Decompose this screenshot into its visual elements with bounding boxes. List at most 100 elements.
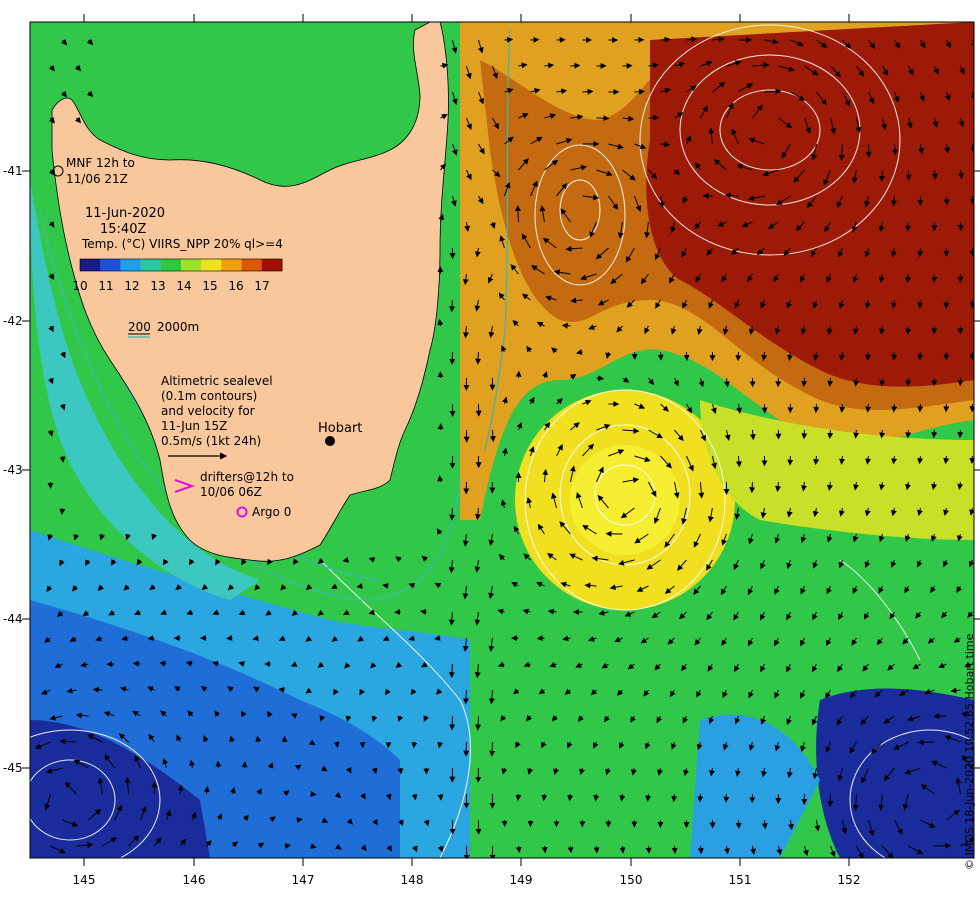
- colorbar-segment: [140, 259, 162, 271]
- lon-tick-label: 146: [183, 873, 206, 887]
- velocity-arrow: [515, 793, 522, 801]
- colorbar-segment: [181, 259, 202, 271]
- velocity-arrow: [475, 351, 482, 365]
- velocity-arrow: [147, 635, 155, 642]
- velocity-arrow: [657, 351, 664, 361]
- velocity-arrow: [541, 845, 548, 854]
- velocity-arrow: [567, 845, 574, 854]
- cold-eddy-se: [816, 688, 974, 858]
- lat-tick-label: -44: [3, 612, 23, 626]
- velocity-arrow: [59, 507, 66, 515]
- velocity-arrow: [917, 403, 924, 413]
- product-label: Temp. (°C) VIIRS_NPP 20% ql>=4: [81, 237, 283, 251]
- colorbar-tick-label: 11: [98, 279, 113, 293]
- velocity-arrow: [504, 36, 514, 43]
- contour-label-2000: 2000m: [157, 320, 199, 334]
- colorbar-tick-label: 13: [150, 279, 165, 293]
- velocity-arrow: [226, 635, 233, 642]
- drifters-line2: 10/06 06Z: [200, 485, 262, 499]
- lat-tick-label: -43: [3, 463, 23, 477]
- sealevel-line4: 11-Jun 15Z: [161, 419, 227, 433]
- lon-tick-label: 150: [620, 873, 643, 887]
- lat-tick-label: -45: [3, 761, 23, 775]
- velocity-arrow: [905, 377, 912, 387]
- velocity-arrow: [310, 791, 317, 798]
- velocity-arrow: [561, 322, 571, 329]
- lat-tick-label: -41: [3, 164, 23, 178]
- sealevel-line2: (0.1m contours): [161, 389, 257, 403]
- lon-tick-label: 147: [292, 873, 315, 887]
- colorbar-tick-label: 16: [228, 279, 243, 293]
- mnf-label: MNF 12h to: [66, 156, 135, 170]
- drifters-line1: drifters@12h to: [200, 470, 294, 484]
- lon-tick-label: 145: [73, 873, 96, 887]
- hobart-marker: [325, 436, 335, 446]
- colorbar-segment: [221, 259, 243, 271]
- colorbar-segment: [241, 259, 263, 271]
- velocity-arrow: [787, 455, 794, 466]
- lat-tick-label: -42: [3, 314, 23, 328]
- velocity-arrow: [917, 739, 935, 746]
- velocity-arrow: [59, 738, 77, 745]
- argo-label: Argo 0: [252, 505, 291, 519]
- velocity-arrow: [284, 842, 292, 849]
- velocity-arrow: [931, 429, 938, 439]
- velocity-arrow: [969, 455, 974, 464]
- velocity-arrow: [957, 429, 964, 439]
- lon-tick-label: 148: [401, 873, 424, 887]
- velocity-arrow: [697, 793, 704, 803]
- colorbar-tick-label: 10: [72, 279, 87, 293]
- velocity-arrow: [596, 375, 605, 382]
- colorbar-tick-label: 14: [176, 279, 191, 293]
- velocity-arrow: [645, 845, 652, 854]
- colorbar-segment: [100, 259, 121, 271]
- colorbar-tick-label: 17: [254, 279, 269, 293]
- velocity-arrow: [634, 88, 646, 95]
- sealevel-line5: 0.5m/s (1kt 24h): [161, 434, 261, 448]
- sealevel-line1: Altimetric sealevel: [161, 374, 273, 388]
- colorbar-segment: [120, 259, 142, 271]
- velocity-arrow: [420, 608, 427, 615]
- mnf-label-2: 11/06 21Z: [66, 172, 128, 186]
- lon-tick-label: 152: [838, 873, 861, 887]
- contour-label-200: 200: [128, 320, 151, 334]
- velocity-arrow: [917, 351, 924, 361]
- sealevel-line3: and velocity for: [161, 404, 255, 418]
- date-label: 11-Jun-2020: [85, 206, 165, 221]
- velocity-arrow: [570, 62, 581, 69]
- velocity-arrow: [934, 842, 952, 849]
- velocity-arrow: [648, 114, 660, 121]
- velocity-arrow: [943, 195, 950, 206]
- city-label-hobart: Hobart: [318, 421, 362, 436]
- credit-text: © IMOS 18-Jun-2020 10:52:35 Hobart time: [963, 633, 976, 870]
- velocity-arrow: [397, 767, 404, 775]
- velocity-arrow: [749, 481, 756, 494]
- velocity-arrow: [449, 507, 456, 521]
- colorbar-segment: [80, 259, 101, 271]
- velocity-arrow: [917, 247, 924, 258]
- colorbar-segment: [261, 259, 283, 271]
- velocity-arrow: [177, 784, 184, 795]
- warm-eddy-core: [570, 445, 680, 555]
- colorbar-tick-label: 15: [202, 279, 217, 293]
- velocity-arrow: [536, 635, 545, 642]
- velocity-arrow: [660, 36, 671, 43]
- velocity-arrow: [437, 793, 444, 801]
- velocity-arrow: [671, 845, 678, 854]
- lon-tick-label: 151: [729, 873, 752, 887]
- velocity-arrow: [92, 686, 103, 693]
- temperature-colorbar: [79, 258, 283, 272]
- time-label: 15:40Z: [100, 222, 146, 237]
- velocity-arrow: [582, 88, 594, 95]
- colorbar-segment: [160, 259, 182, 271]
- lon-tick-label: 149: [510, 873, 533, 887]
- velocity-arrow: [813, 403, 820, 414]
- velocity-arrow: [475, 715, 482, 731]
- colorbar-segment: [201, 259, 222, 271]
- colorbar-tick-label: 12: [124, 279, 139, 293]
- velocity-arrow: [489, 741, 496, 757]
- sst-field: [30, 22, 974, 858]
- velocity-arrow: [917, 299, 924, 309]
- sst-map: 145 146 147 148 149 150 151 152 -41 -42 -43 -44 -45…: [3, 14, 980, 887]
- velocity-arrow: [296, 816, 303, 823]
